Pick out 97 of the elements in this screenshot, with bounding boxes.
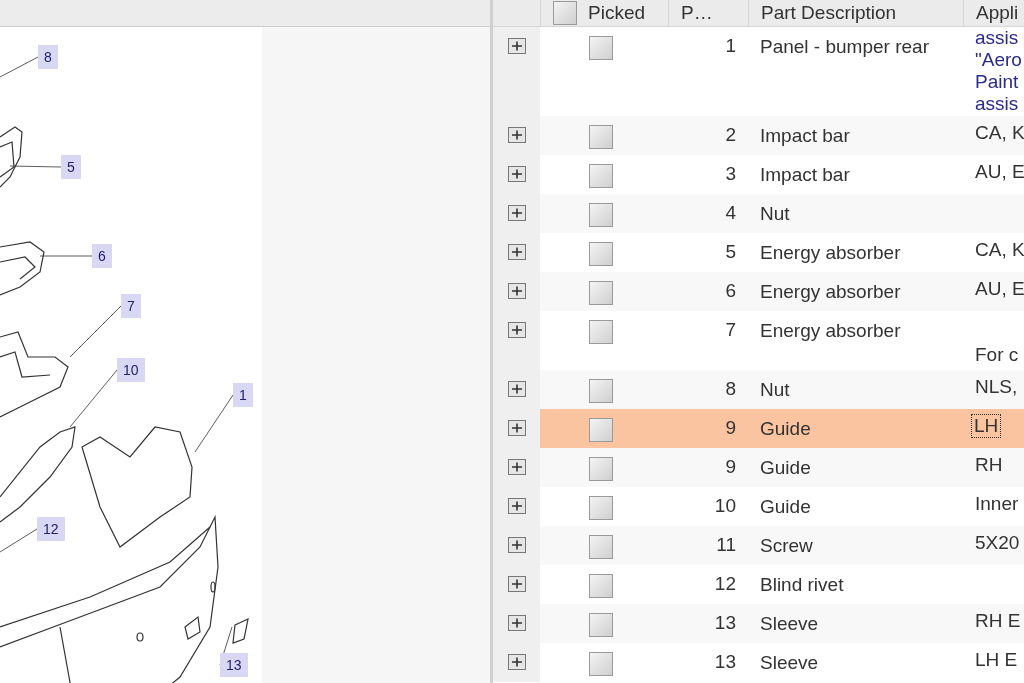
checkbox[interactable] [589, 535, 613, 559]
application-text: LH E [975, 649, 1018, 671]
expand-icon[interactable] [507, 38, 526, 54]
application-text: NLS, [975, 376, 1018, 398]
position-number: 6 [725, 279, 736, 303]
expand-icon[interactable] [507, 576, 526, 592]
table-row[interactable]: 9 Guide LH [540, 409, 1024, 448]
application-text: assis [975, 27, 1019, 49]
callout-label: 10 [117, 358, 145, 382]
expand-icon[interactable] [507, 420, 526, 436]
checkbox[interactable] [589, 203, 613, 227]
callout-label: 6 [92, 244, 112, 268]
table-row[interactable]: 4 Nut [540, 194, 1024, 233]
part-description: Impact bar [760, 164, 850, 185]
application-text: CA, K [975, 122, 1024, 144]
part-description: Energy absorber [760, 320, 901, 341]
expand-icon[interactable] [507, 498, 526, 514]
expand-icon[interactable] [507, 459, 526, 475]
application-text: assis [975, 93, 1019, 115]
application-text: CA, K [975, 239, 1024, 261]
position-number: 8 [725, 377, 736, 401]
position-number: 13 [714, 611, 736, 635]
application-text: Inner [975, 493, 1019, 515]
part-description: Blind rivet [760, 574, 844, 595]
position-number: 13 [714, 650, 736, 674]
checkbox[interactable] [553, 1, 577, 25]
application-text: For c [975, 344, 1019, 366]
position-number: 2 [725, 123, 736, 147]
checkbox[interactable] [589, 574, 613, 598]
table-row[interactable]: 9 Guide RH [540, 448, 1024, 487]
application-text: Paint [975, 71, 1019, 93]
checkbox[interactable] [589, 418, 613, 442]
column-header[interactable]: Picked [540, 0, 668, 26]
checkbox[interactable] [589, 652, 613, 676]
application-text: "Aero [975, 49, 1022, 71]
callout-label: 13 [220, 653, 248, 677]
part-description: Energy absorber [760, 242, 901, 263]
part-description: Screw [760, 535, 813, 556]
expand-icon[interactable] [507, 283, 526, 299]
application-text: 5X20 [975, 532, 1020, 554]
checkbox[interactable] [589, 457, 613, 481]
column-header[interactable]: P… [668, 0, 748, 26]
checkbox[interactable] [589, 36, 613, 60]
application-text: AU, E [975, 278, 1024, 300]
checkbox[interactable] [589, 320, 613, 344]
position-number: 11 [716, 533, 736, 557]
checkbox[interactable] [589, 242, 613, 266]
expand-icon[interactable] [507, 244, 526, 260]
callout-label: 1 [233, 383, 253, 407]
part-description: Nut [760, 379, 790, 400]
callout-label: 8 [38, 45, 58, 69]
column-header[interactable]: Part Description [748, 0, 963, 26]
column-header[interactable]: Appli [963, 0, 1024, 26]
expand-icon[interactable] [507, 322, 526, 338]
table-row[interactable]: 8 Nut NLS, [540, 370, 1024, 409]
part-description: Nut [760, 203, 790, 224]
checkbox[interactable] [589, 613, 613, 637]
expand-icon[interactable] [507, 205, 526, 221]
expand-icon[interactable] [507, 166, 526, 182]
part-description: Sleeve [760, 652, 819, 673]
callout-label: 5 [61, 155, 81, 179]
position-number: 9 [725, 455, 736, 479]
part-description: Guide [760, 418, 811, 439]
part-description: Sleeve [760, 613, 819, 634]
application-text: RH E [975, 610, 1021, 632]
expand-icon[interactable] [507, 381, 526, 397]
position-number: 7 [725, 318, 736, 342]
part-description: Panel - bumper rear [760, 36, 929, 57]
application-text: AU, E [975, 161, 1024, 183]
expand-icon[interactable] [507, 537, 526, 553]
application-text: LH [972, 415, 1001, 437]
position-number: 1 [725, 34, 736, 58]
position-number: 5 [725, 240, 736, 264]
part-description: Energy absorber [760, 281, 901, 302]
position-number: 3 [725, 162, 736, 186]
expand-icon[interactable] [507, 615, 526, 631]
expand-icon[interactable] [507, 654, 526, 670]
position-number: 9 [725, 416, 736, 440]
table-row[interactable]: 13 Sleeve RH E [540, 604, 1024, 643]
callout-label: 7 [121, 294, 141, 318]
callout-label: 12 [37, 517, 65, 541]
table-row[interactable]: 2 Impact bar CA, K [540, 116, 1024, 155]
part-description: Guide [760, 457, 811, 478]
checkbox[interactable] [589, 125, 613, 149]
position-number: 12 [714, 572, 736, 596]
position-number: 10 [714, 494, 736, 518]
expand-icon[interactable] [507, 127, 526, 143]
application-text: RH [975, 454, 1003, 476]
table-row[interactable]: 11 Screw 5X20 [540, 526, 1024, 565]
checkbox[interactable] [589, 379, 613, 403]
part-description: Guide [760, 496, 811, 517]
checkbox[interactable] [589, 164, 613, 188]
part-description: Impact bar [760, 125, 850, 146]
checkbox[interactable] [589, 281, 613, 305]
position-number: 4 [725, 201, 736, 225]
table-row[interactable]: 6 Energy absorber AU, E [540, 272, 1024, 311]
checkbox[interactable] [589, 496, 613, 520]
